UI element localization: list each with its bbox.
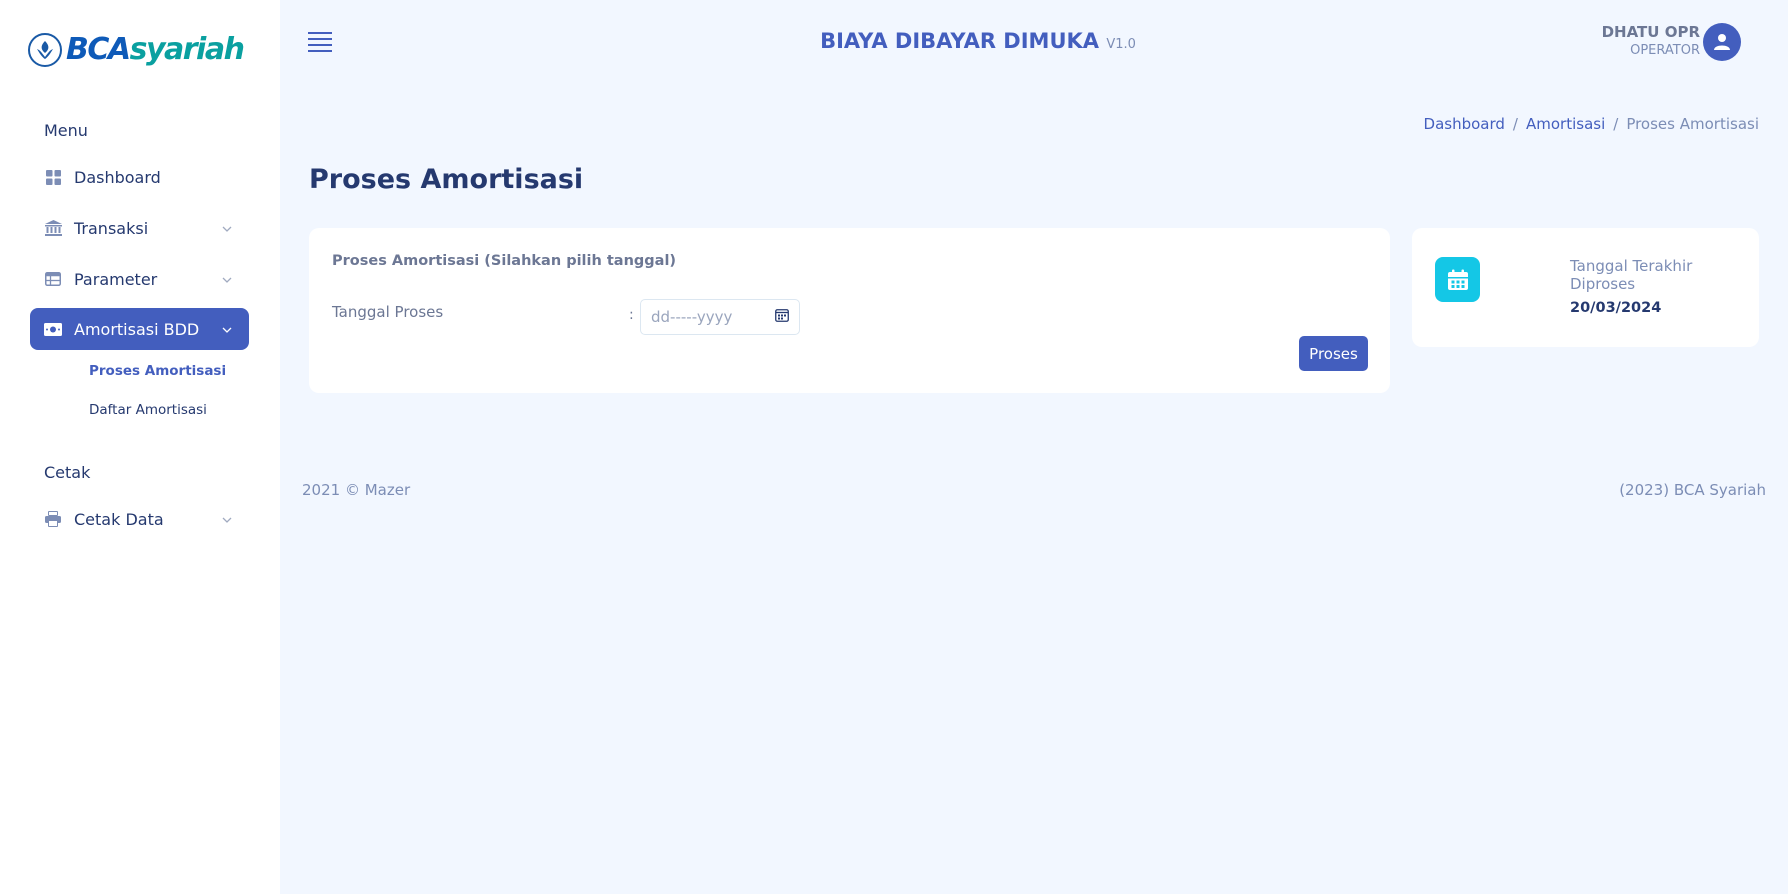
sidebar-item-label: Amortisasi BDD bbox=[74, 319, 200, 339]
sidebar-item-label: Cetak Data bbox=[74, 509, 164, 529]
bank-icon bbox=[44, 219, 62, 237]
sidebar-item-amortisasi-bdd[interactable]: Amortisasi BDD bbox=[30, 308, 249, 350]
section-title-cetak: Cetak bbox=[44, 463, 91, 482]
calendar-picker-icon[interactable] bbox=[775, 308, 789, 326]
user-info[interactable]: DHATU OPR OPERATOR bbox=[1602, 23, 1700, 58]
sidebar-item-parameter[interactable]: Parameter bbox=[30, 258, 249, 300]
app-title-text: BIAYA DIBAYAR DIMUKA bbox=[820, 29, 1100, 53]
sidebar-item-cetak-data[interactable]: Cetak Data bbox=[30, 498, 249, 540]
label-colon: : bbox=[629, 307, 634, 323]
cash-icon bbox=[44, 320, 62, 338]
breadcrumb-separator: / bbox=[1613, 115, 1619, 133]
section-title-menu: Menu bbox=[44, 121, 88, 140]
breadcrumb-current: Proses Amortisasi bbox=[1626, 115, 1759, 133]
app-version: V1.0 bbox=[1106, 37, 1136, 52]
card-title: Proses Amortisasi (Silahkan pilih tangga… bbox=[332, 253, 677, 269]
process-form-card: Proses Amortisasi (Silahkan pilih tangga… bbox=[309, 228, 1390, 393]
sidebar-item-label: Parameter bbox=[74, 269, 158, 289]
submenu-item-daftar-amortisasi[interactable]: Daftar Amortisasi bbox=[89, 402, 207, 418]
breadcrumb-dashboard[interactable]: Dashboard bbox=[1424, 115, 1505, 133]
chevron-down-icon bbox=[221, 511, 233, 530]
page-title: Proses Amortisasi bbox=[309, 164, 584, 195]
last-processed-card: Tanggal Terakhir Diproses 20/03/2024 bbox=[1412, 228, 1759, 347]
sidebar-item-transaksi[interactable]: Transaksi bbox=[30, 207, 249, 249]
last-processed-date: 20/03/2024 bbox=[1570, 300, 1662, 316]
footer-brand: (2023) BCA Syariah bbox=[1619, 481, 1766, 499]
avatar[interactable] bbox=[1703, 23, 1741, 61]
breadcrumb-amortisasi[interactable]: Amortisasi bbox=[1526, 115, 1605, 133]
breadcrumb-separator: / bbox=[1512, 115, 1518, 133]
breadcrumb: Dashboard / Amortisasi / Proses Amortisa… bbox=[1424, 115, 1759, 133]
footer-copyright: 2021 © Mazer bbox=[302, 481, 411, 499]
calendar-icon bbox=[1435, 257, 1480, 302]
sidebar-item-dashboard[interactable]: Dashboard bbox=[30, 156, 249, 198]
chevron-down-icon bbox=[221, 220, 233, 239]
app-title: BIAYA DIBAYAR DIMUKA V1.0 bbox=[0, 29, 1788, 53]
user-role: OPERATOR bbox=[1630, 43, 1700, 58]
last-processed-label: Tanggal Terakhir Diproses bbox=[1570, 257, 1693, 293]
user-icon bbox=[1714, 34, 1730, 50]
proses-button[interactable]: Proses bbox=[1299, 336, 1368, 371]
date-placeholder: dd-----yyyy bbox=[651, 308, 733, 326]
user-name: DHATU OPR bbox=[1601, 23, 1700, 41]
chevron-down-icon bbox=[221, 321, 233, 340]
grid-icon bbox=[44, 168, 62, 186]
printer-icon bbox=[44, 510, 62, 528]
sidebar-item-label: Dashboard bbox=[74, 167, 161, 187]
chevron-down-icon bbox=[221, 271, 233, 290]
sidebar-item-label: Transaksi bbox=[74, 218, 149, 238]
table-icon bbox=[44, 270, 62, 288]
sidebar: BCAsyariah Menu Dashboard Transaksi Para… bbox=[0, 0, 280, 894]
date-input[interactable]: dd-----yyyy bbox=[640, 299, 800, 335]
date-label: Tanggal Proses bbox=[332, 303, 444, 321]
submenu-item-proses-amortisasi[interactable]: Proses Amortisasi bbox=[89, 363, 226, 379]
